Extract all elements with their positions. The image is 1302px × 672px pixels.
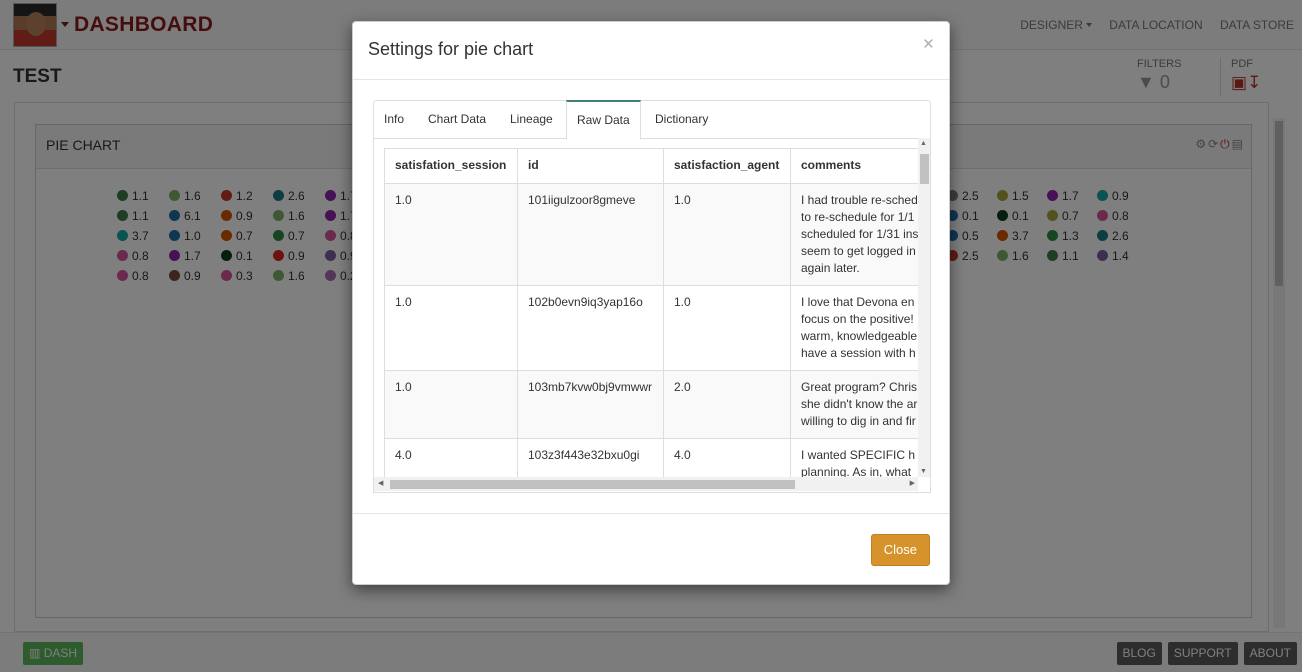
modal-footer: Close <box>353 513 949 585</box>
table-header-row: satisfation_session id satisfaction_agen… <box>384 148 918 184</box>
table-cell: I love that Devona en focus on the posit… <box>790 285 918 371</box>
scroll-up-icon[interactable]: ▲ <box>920 140 927 147</box>
table-cell: 103z3f443e32bxu0gi <box>517 438 664 477</box>
scrollbar-thumb[interactable] <box>390 480 795 489</box>
scroll-down-icon[interactable]: ▼ <box>920 468 927 475</box>
table-cell: 2.0 <box>663 370 791 439</box>
table-row[interactable]: 1.0 101iigulzoor8gmeve 1.0 I had trouble re… <box>384 183 918 286</box>
table-cell: 4.0 <box>384 438 518 477</box>
scroll-right-icon[interactable]: ▶ <box>910 479 915 487</box>
tab-dictionary[interactable]: Dictionary <box>645 100 718 139</box>
table-viewport[interactable]: satisfation_session id satisfaction_agen… <box>374 138 918 477</box>
table-cell: 1.0 <box>384 285 518 371</box>
table-row[interactable]: 4.0 103z3f443e32bxu0gi 4.0 I wanted SPECIFI… <box>384 438 918 477</box>
scroll-left-icon[interactable]: ◀ <box>378 479 383 487</box>
table-cell: 102b0evn9iq3yap16o <box>517 285 664 371</box>
column-header[interactable]: satisfation_session <box>384 148 518 184</box>
tab-raw-data[interactable]: Raw Data <box>566 100 641 140</box>
table-row[interactable]: 1.0 102b0evn9iq3yap16o 1.0 I love that Devo… <box>384 285 918 371</box>
column-header[interactable]: satisfaction_agent <box>663 148 791 184</box>
table-cell: I had trouble re-sched to re-schedule fo… <box>790 183 918 286</box>
raw-data-panel: satisfation_session id satisfaction_agen… <box>373 138 931 493</box>
table-cell: 1.0 <box>384 370 518 439</box>
table-cell: 1.0 <box>663 183 791 286</box>
settings-modal: Settings for pie chart × Info Chart Data… <box>352 21 950 585</box>
close-icon[interactable]: × <box>923 34 934 56</box>
table-cell: 4.0 <box>663 438 791 477</box>
tab-chart-data[interactable]: Chart Data <box>418 100 496 139</box>
table-cell: 1.0 <box>384 183 518 286</box>
table-cell: Great program? Chris she didn't know the… <box>790 370 918 439</box>
table-horizontal-scrollbar[interactable]: ◀ ▶ <box>374 477 918 491</box>
table-vertical-scrollbar[interactable]: ▲ ▼ <box>918 138 930 477</box>
table-cell: 1.0 <box>663 285 791 371</box>
close-button[interactable]: Close <box>870 534 930 566</box>
column-header[interactable]: comments <box>790 148 918 184</box>
raw-data-table: satisfation_session id satisfaction_agen… <box>384 148 918 477</box>
tab-lineage[interactable]: Lineage <box>500 100 563 139</box>
column-header[interactable]: id <box>517 148 664 184</box>
table-cell: 103mb7kvw0bj9vmwwr <box>517 370 664 439</box>
table-row[interactable]: 1.0 103mb7kvw0bj9vmwwr 2.0 Great program? C… <box>384 370 918 439</box>
scrollbar-thumb[interactable] <box>920 154 929 184</box>
table-cell: 101iigulzoor8gmeve <box>517 183 664 286</box>
table-cell: I wanted SPECIFIC h planning. As in, wha… <box>790 438 918 477</box>
tab-info[interactable]: Info <box>374 100 414 139</box>
modal-title: Settings for pie chart <box>368 39 534 59</box>
modal-header: Settings for pie chart × <box>353 22 949 80</box>
tab-bar: Info Chart Data Lineage Raw Data Diction… <box>373 100 931 140</box>
